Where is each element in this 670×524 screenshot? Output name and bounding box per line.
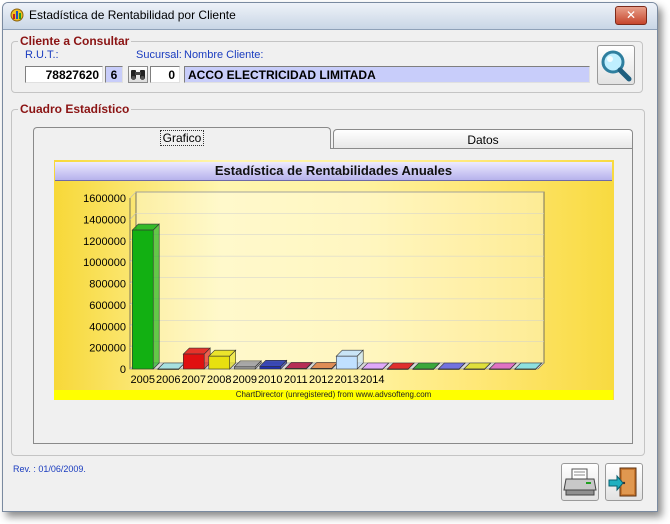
y-tick-label: 600000	[89, 300, 126, 312]
nombre-cliente-label: Nombre Cliente:	[184, 49, 264, 61]
bar	[259, 366, 282, 370]
tab-grafico-label: Grafico	[159, 130, 205, 146]
y-tick-label: 1200000	[83, 236, 126, 248]
bar	[335, 355, 358, 370]
sucursal-field[interactable]: 0	[150, 66, 180, 83]
search-button[interactable]	[597, 45, 635, 85]
x-tick-label: 2010	[258, 374, 282, 386]
bar	[412, 368, 435, 370]
x-tick-label: 2008	[207, 374, 231, 386]
x-tick-label: 2005	[131, 374, 155, 386]
bar	[488, 368, 511, 370]
bar	[182, 353, 205, 370]
bar	[233, 366, 256, 370]
y-tick-label: 1600000	[83, 193, 126, 205]
x-tick-label: 2009	[233, 374, 257, 386]
sucursal-label: Sucursal:	[136, 49, 182, 61]
y-tick-label: 0	[120, 364, 126, 376]
gridline-side	[129, 191, 137, 199]
bar-chart: 1600000 1400000 1200000 1000000 800000 600000…	[83, 191, 545, 386]
y-tick-label: 1000000	[83, 257, 126, 269]
main-window: Estadística de Rentabilidad por Cliente …	[2, 2, 658, 512]
x-tick-label: 2011	[284, 374, 308, 386]
exit-button[interactable]	[605, 463, 643, 501]
x-tick-label: 2014	[360, 374, 384, 386]
close-button[interactable]: ✕	[615, 6, 647, 25]
app-icon	[10, 8, 24, 22]
magnifier-icon	[601, 50, 632, 82]
binoculars-icon	[131, 70, 145, 80]
exit-door-icon	[608, 467, 637, 497]
rut-label: R.U.T.:	[25, 49, 59, 61]
rut-field[interactable]: 78827620	[25, 66, 103, 83]
gridline-side	[129, 213, 137, 220]
x-tick-label: 2012	[309, 374, 333, 386]
bar	[463, 368, 486, 370]
tab-grafico[interactable]: Grafico	[33, 127, 331, 149]
search-client-button[interactable]	[128, 66, 148, 83]
chart-footer-note: ChartDirector (unregistered) from www.ad…	[54, 390, 613, 400]
x-tick-label: 2006	[156, 374, 180, 386]
revision-text: Rev. : 01/06/2009.	[13, 464, 86, 474]
bar-side	[152, 223, 160, 370]
bar	[361, 368, 384, 370]
cliente-group-legend: Cliente a Consultar	[18, 34, 132, 48]
tab-datos-label: Datos	[467, 133, 499, 147]
x-tick-label: 2007	[182, 374, 206, 386]
cuadro-group-legend: Cuadro Estadístico	[18, 102, 132, 116]
y-tick-label: 800000	[89, 279, 126, 291]
x-tick-label: 2013	[335, 374, 359, 386]
bar	[386, 368, 409, 370]
y-tick-label: 400000	[89, 321, 126, 333]
rut-dv-field[interactable]: 6	[105, 66, 123, 83]
y-tick-label: 200000	[89, 343, 126, 355]
bar	[514, 368, 537, 370]
nombre-cliente-field[interactable]: ACCO ELECTRICIDAD LIMITADA	[184, 66, 590, 83]
bar	[437, 368, 460, 370]
printer-icon	[563, 468, 597, 496]
window-title: Estadística de Rentabilidad por Cliente	[29, 8, 236, 22]
print-button[interactable]	[561, 463, 599, 501]
bar	[310, 368, 333, 370]
bar	[157, 368, 180, 370]
title-bar: Estadística de Rentabilidad por Cliente …	[3, 3, 657, 30]
bar	[131, 229, 154, 370]
tab-datos[interactable]: Datos	[333, 129, 633, 149]
y-tick-label: 1400000	[83, 214, 126, 226]
bar	[284, 368, 307, 370]
bar	[208, 355, 231, 370]
